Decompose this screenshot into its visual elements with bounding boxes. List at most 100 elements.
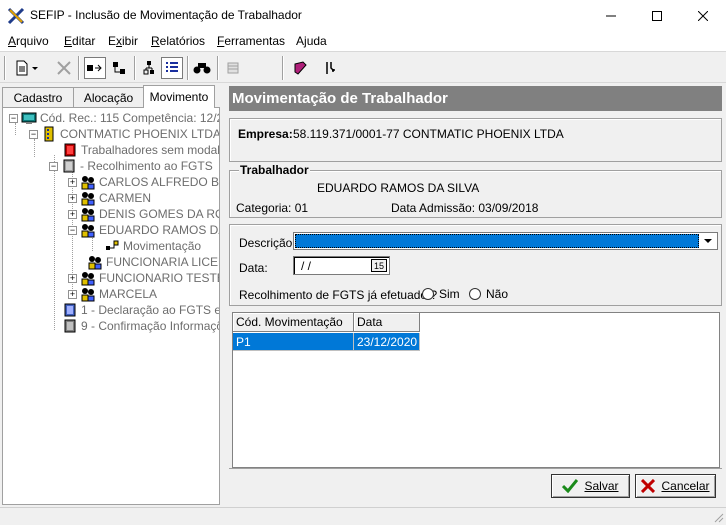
- binoculars-icon: [193, 63, 211, 74]
- tree-node-label: MARCELA: [99, 287, 158, 301]
- trabalhador-box: Trabalhador EDUARDO RAMOS DA SILVA Categ…: [229, 163, 722, 218]
- hierarchy-button[interactable]: [138, 57, 160, 79]
- minimize-icon: [606, 15, 616, 16]
- column-header-data[interactable]: Data: [354, 313, 420, 332]
- menu-ajuda[interactable]: Ajuda: [296, 34, 327, 48]
- tree-connector: [92, 236, 93, 251]
- cancel-button[interactable]: Cancelar: [635, 474, 716, 498]
- tree-node-trabalhador[interactable]: + CARMEN: [68, 190, 151, 206]
- save-button-label: Salvar: [584, 479, 619, 493]
- menu-exibir-label: ibir: [122, 34, 139, 48]
- tab-cadastro[interactable]: Cadastro: [2, 87, 74, 107]
- find-button[interactable]: [191, 57, 213, 79]
- tree-node-label: CONTMATIC PHOENIX LTDA: [60, 127, 220, 141]
- people-icon: [81, 192, 95, 206]
- toolbar: [0, 51, 726, 83]
- list-icon: [166, 62, 178, 72]
- save-button[interactable]: Salvar: [551, 474, 630, 498]
- blue-document-icon: [64, 303, 76, 317]
- maximize-icon: [652, 10, 662, 21]
- tree-node-trabalhador[interactable]: + FUNCIONARIO TESTE: [68, 270, 219, 286]
- title-bar: SEFIP - Inclusão de Movimentação de Trab…: [0, 0, 726, 31]
- tree-connector: [54, 155, 55, 330]
- expand-icon[interactable]: +: [68, 193, 77, 203]
- calendar-button[interactable]: 15: [371, 259, 387, 272]
- data-input[interactable]: / / 15: [293, 256, 390, 275]
- tab-strip: Cadastro Alocação Movimento: [2, 85, 220, 108]
- maximize-button[interactable]: [634, 0, 680, 31]
- tree-node-trabalhador[interactable]: + DENIS GOMES DA RO: [68, 206, 219, 222]
- menu-arquivo[interactable]: Arquivo: [8, 34, 49, 48]
- menu-editar[interactable]: Editar: [64, 34, 95, 48]
- menu-ferramentas-label: erramentas: [224, 34, 286, 48]
- menu-relatorios-label: elatórios: [159, 34, 206, 48]
- move-right-icon: [87, 64, 102, 72]
- resize-grip-icon[interactable]: [712, 511, 724, 523]
- window-title: SEFIP - Inclusão de Movimentação de Trab…: [30, 8, 302, 22]
- chevron-down-icon: [704, 238, 712, 243]
- tree-node-trabalhador[interactable]: + CARLOS ALFREDO BA: [68, 174, 219, 190]
- tab-movimento-label: Movimento: [149, 90, 209, 104]
- radio-sim[interactable]: Sim: [422, 287, 460, 301]
- menu-bar: Arquivo Editar Exibir Relatórios Ferrame…: [0, 31, 726, 51]
- page-title: Movimentação de Trabalhador: [232, 90, 448, 107]
- close-button[interactable]: [680, 0, 726, 31]
- column-header-cod[interactable]: Cód. Movimentação: [233, 313, 354, 332]
- collapse-icon[interactable]: −: [9, 113, 18, 123]
- tree-node-trabalhador[interactable]: FUNCIONARIA LICENC: [87, 254, 219, 270]
- view-tree-button[interactable]: [108, 57, 130, 79]
- movimentacao-grid[interactable]: Cód. Movimentação Data P1 23/12/2020: [232, 312, 720, 468]
- exit-icon: [326, 62, 335, 74]
- expand-icon[interactable]: +: [68, 177, 77, 187]
- menu-exibir-pre: E: [108, 34, 117, 48]
- empresa-value: 58.119.371/0001-77 CONTMATIC PHOENIX LTD…: [293, 127, 564, 141]
- tree-node-declaracao[interactable]: 1 - Declaração ao FGTS e: [62, 302, 219, 318]
- tab-movimento[interactable]: Movimento: [143, 85, 215, 108]
- radio-circle[interactable]: [469, 288, 481, 300]
- delete-x-icon: [57, 61, 71, 75]
- tree-node-trabalhador[interactable]: − EDUARDO RAMOS DA: [68, 222, 219, 238]
- panel-splitter[interactable]: [222, 85, 226, 505]
- trabalhador-nome: EDUARDO RAMOS DA SILVA: [317, 181, 480, 195]
- disabled-tool-button[interactable]: [222, 57, 244, 79]
- delete-button[interactable]: [53, 57, 75, 79]
- table-cell-cod[interactable]: P1: [233, 333, 354, 351]
- cancel-button-label: Cancelar: [661, 479, 710, 493]
- minimize-button[interactable]: [588, 0, 634, 31]
- tree-node-label: - Recolhimento ao FGTS: [80, 159, 213, 173]
- movement-icon: [106, 240, 119, 250]
- radio-nao[interactable]: Não: [469, 287, 508, 301]
- table-cell-data[interactable]: 23/12/2020: [354, 333, 420, 351]
- menu-exibir[interactable]: Exibir: [108, 34, 138, 48]
- tree-node-empresa[interactable]: − CONTMATIC PHOENIX LTDA: [29, 126, 220, 142]
- computer-icon: [21, 112, 37, 124]
- tree-node-confirmacao[interactable]: 9 - Confirmação Informaçõe: [62, 318, 219, 334]
- tree-view[interactable]: − Cód. Rec.: 115 Competência: 12/20 − CO…: [2, 107, 220, 505]
- exit-button[interactable]: [320, 57, 342, 79]
- expand-icon[interactable]: +: [68, 273, 77, 283]
- new-button[interactable]: [12, 57, 42, 79]
- book-button[interactable]: [289, 57, 311, 79]
- tree-node-movimentacao[interactable]: Movimentação: [104, 238, 201, 254]
- data-value: / /: [301, 259, 312, 273]
- tree-node-trabalhador[interactable]: + MARCELA: [68, 286, 157, 302]
- menu-relatorios[interactable]: Relatórios: [151, 34, 205, 48]
- tree-node-sem-modalidade[interactable]: Trabalhadores sem modalid: [62, 142, 219, 158]
- collapse-icon[interactable]: −: [29, 129, 38, 139]
- radio-circle[interactable]: [422, 288, 434, 300]
- collapse-icon[interactable]: −: [68, 225, 77, 235]
- collapse-icon[interactable]: −: [49, 161, 58, 171]
- cell-value: 23/12/2020: [357, 334, 418, 349]
- dropdown-arrow-button[interactable]: [699, 233, 717, 249]
- tree-node-competencia[interactable]: − Cód. Rec.: 115 Competência: 12/20: [9, 110, 219, 126]
- tree-node-recolhimento[interactable]: − - Recolhimento ao FGTS: [49, 158, 213, 174]
- menu-ferramentas[interactable]: Ferramentas: [217, 34, 285, 48]
- tab-alocacao[interactable]: Alocação: [73, 87, 144, 107]
- list-button[interactable]: [161, 57, 183, 79]
- people-icon: [81, 224, 95, 238]
- descricao-select[interactable]: [293, 232, 718, 250]
- people-icon: [88, 256, 102, 270]
- expand-icon[interactable]: +: [68, 209, 77, 219]
- expand-icon[interactable]: +: [68, 289, 77, 299]
- view-list-button[interactable]: [84, 57, 106, 79]
